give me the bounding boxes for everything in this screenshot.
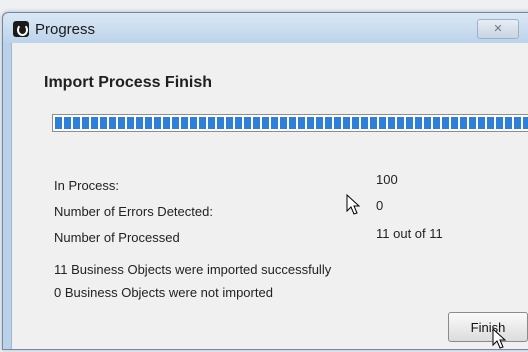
in-process-value: 100: [376, 172, 398, 187]
progress-bar: [52, 114, 528, 132]
processed-value: 11 out of 11: [376, 226, 443, 241]
window-title: Progress: [35, 21, 96, 38]
mouse-pointer-icon: [492, 328, 507, 349]
mouse-pointer-icon: [346, 194, 361, 215]
success-message: 11 Business Objects were imported succes…: [54, 262, 332, 277]
app-icon: [13, 21, 29, 37]
dialog-heading: Import Process Finish: [44, 74, 213, 91]
progress-fill: [55, 117, 528, 129]
errors-detected-value: 0: [376, 198, 384, 213]
failure-message: 0 Business Objects were not imported: [54, 285, 273, 300]
errors-detected-label: Number of Errors Detected:: [54, 204, 213, 219]
finish-button[interactable]: Finish: [448, 312, 528, 342]
in-process-label: In Process:: [54, 178, 120, 193]
processed-label: Number of Processed: [54, 230, 180, 245]
title-bar[interactable]: Progress ✕: [3, 13, 528, 43]
close-button[interactable]: ✕: [477, 19, 519, 39]
